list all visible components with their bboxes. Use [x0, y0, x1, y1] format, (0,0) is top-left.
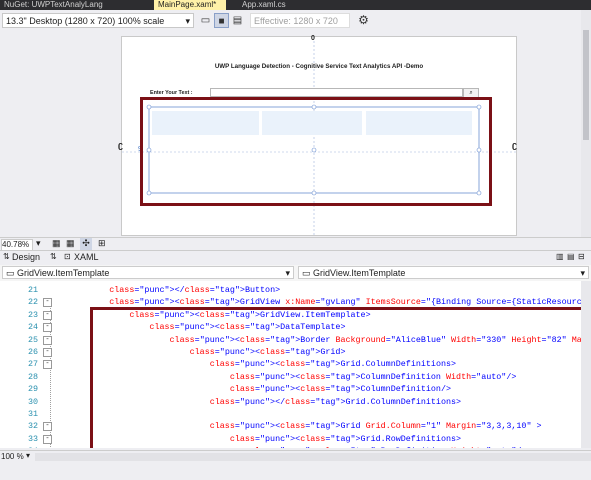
breadcrumb-right-label: GridView.ItemTemplate	[313, 268, 406, 278]
fold-toggle-icon[interactable]: -	[43, 298, 52, 308]
artboard-icon[interactable]: ⊞	[98, 238, 106, 249]
line-number: 25	[27, 334, 38, 345]
document-tab-bar: NuGet: UWPTextAnalyLang MainPage.xaml* A…	[0, 0, 591, 10]
tab-app-xaml-cs[interactable]: App.xaml.cs	[238, 0, 306, 10]
line-number: 29	[27, 384, 38, 395]
device-select[interactable]: 13.3" Desktop (1280 x 720) 100% scale ▾	[2, 13, 194, 28]
right-anchor-icon: ʗ	[512, 140, 518, 150]
chevron-down-icon: ▾	[185, 16, 190, 26]
swap-icon[interactable]: ⇅	[3, 252, 10, 261]
chevron-down-icon[interactable]: ▾	[26, 451, 30, 460]
zoom-value: 40.78%	[2, 240, 30, 249]
line-number: 31	[27, 409, 38, 419]
tab-mainpage-xaml[interactable]: MainPage.xaml*	[154, 0, 226, 10]
line-number: 32	[27, 421, 38, 432]
fold-toggle-icon[interactable]: -	[43, 348, 52, 357]
line-number: 22	[27, 297, 38, 308]
fold-toggle-icon[interactable]: -	[43, 310, 52, 320]
element-icon: ▭	[302, 268, 311, 278]
breadcrumb: ▭ GridView.ItemTemplate ▾ ▭ GridView.Ite…	[0, 265, 591, 282]
editor-status-bar: 100 % ▾	[0, 450, 591, 464]
designer-scroll-thumb[interactable]	[583, 30, 589, 140]
grid-toggle-icon[interactable]: ▦	[52, 238, 61, 249]
desktop-view-icon[interactable]: ■	[214, 13, 229, 28]
view-tab-bar: ⇅ Design ⇅ ⊡ XAML ▥ ▤ ⊟	[0, 250, 591, 266]
left-anchor-icon: ʗ	[118, 140, 124, 150]
line-number: 23	[27, 309, 38, 320]
gear-icon[interactable]: ⚙	[356, 13, 371, 28]
fold-toggle-icon[interactable]: -	[43, 360, 52, 370]
enter-text-label: Enter Your Text :	[150, 90, 193, 96]
editor-vertical-scrollbar[interactable]	[581, 281, 591, 448]
line-number: 24	[27, 322, 38, 333]
horizontal-split-icon[interactable]: ▤	[567, 252, 575, 261]
design-surface: UWP Language Detection - Cognitive Servi…	[0, 32, 581, 237]
xaml-icon: ⊡	[64, 252, 71, 261]
line-number: 30	[27, 396, 38, 407]
highlight-box-code	[90, 307, 581, 448]
line-number: 21	[27, 285, 38, 295]
highlight-box-designer	[140, 97, 492, 206]
effective-label: Effective: 1280 x 720	[254, 16, 338, 26]
breadcrumb-left-label: GridView.ItemTemplate	[17, 268, 110, 278]
breadcrumb-right[interactable]: ▭ GridView.ItemTemplate ▾	[298, 266, 589, 279]
tab-xaml[interactable]: XAML	[74, 252, 99, 262]
swap-panes-icon[interactable]: ⇅	[50, 252, 57, 261]
snap-lines-icon[interactable]: ✣	[80, 238, 92, 250]
top-margin-marker: 0	[311, 35, 315, 42]
line-number: 26	[27, 347, 38, 357]
landscape-icon[interactable]: ▭	[198, 13, 213, 28]
fold-toggle-icon[interactable]: -	[43, 335, 52, 345]
element-icon: ▭	[6, 268, 15, 278]
line-number: 34	[14, 445, 38, 448]
chevron-down-icon: ▾	[580, 268, 585, 278]
code-text: class="punc"></class="tag">Button>	[109, 285, 281, 295]
bottom-area	[0, 463, 591, 480]
text-input[interactable]	[210, 88, 463, 97]
effective-resolution-field[interactable]: Effective: 1280 x 720	[250, 13, 350, 28]
chevron-down-icon[interactable]: ▾	[36, 238, 41, 249]
fold-toggle-icon[interactable]: -	[43, 323, 52, 333]
fold-toggle-icon[interactable]: -	[43, 422, 52, 432]
device-preview-icon[interactable]: ▤	[230, 13, 245, 28]
editor-zoom[interactable]: 100 %	[1, 452, 24, 461]
page-title: UWP Language Detection - Cognitive Servi…	[214, 63, 424, 70]
tab-design[interactable]: Design	[12, 252, 40, 262]
line-number: 33	[27, 433, 38, 444]
collapse-pane-icon[interactable]: ⊟	[578, 252, 585, 261]
chevron-down-icon: ▾	[285, 268, 290, 278]
tab-nuget[interactable]: NuGet: UWPTextAnalyLang	[0, 0, 128, 10]
designer-toolbar: 13.3" Desktop (1280 x 720) 100% scale ▾ …	[0, 10, 591, 33]
xaml-code-editor[interactable]: 21 class="punc"></class="tag">Button> 22-…	[0, 281, 581, 448]
code-line[interactable]: 21 class="punc"></class="tag">Button>	[0, 284, 581, 296]
line-number: 28	[27, 371, 38, 382]
snap-grid-icon[interactable]: ▦	[66, 238, 75, 249]
zoom-bar: 40.78% ▾ ▦ ▦ ✣ ⊞	[0, 237, 591, 251]
vertical-split-icon[interactable]: ▥	[556, 252, 564, 261]
horizontal-scrollbar[interactable]	[35, 453, 591, 461]
breadcrumb-left[interactable]: ▭ GridView.ItemTemplate ▾	[2, 266, 294, 279]
fold-toggle-icon[interactable]: -	[43, 434, 52, 444]
device-select-value: 13.3" Desktop (1280 x 720) 100% scale	[6, 16, 165, 26]
line-number: 27	[27, 359, 38, 370]
